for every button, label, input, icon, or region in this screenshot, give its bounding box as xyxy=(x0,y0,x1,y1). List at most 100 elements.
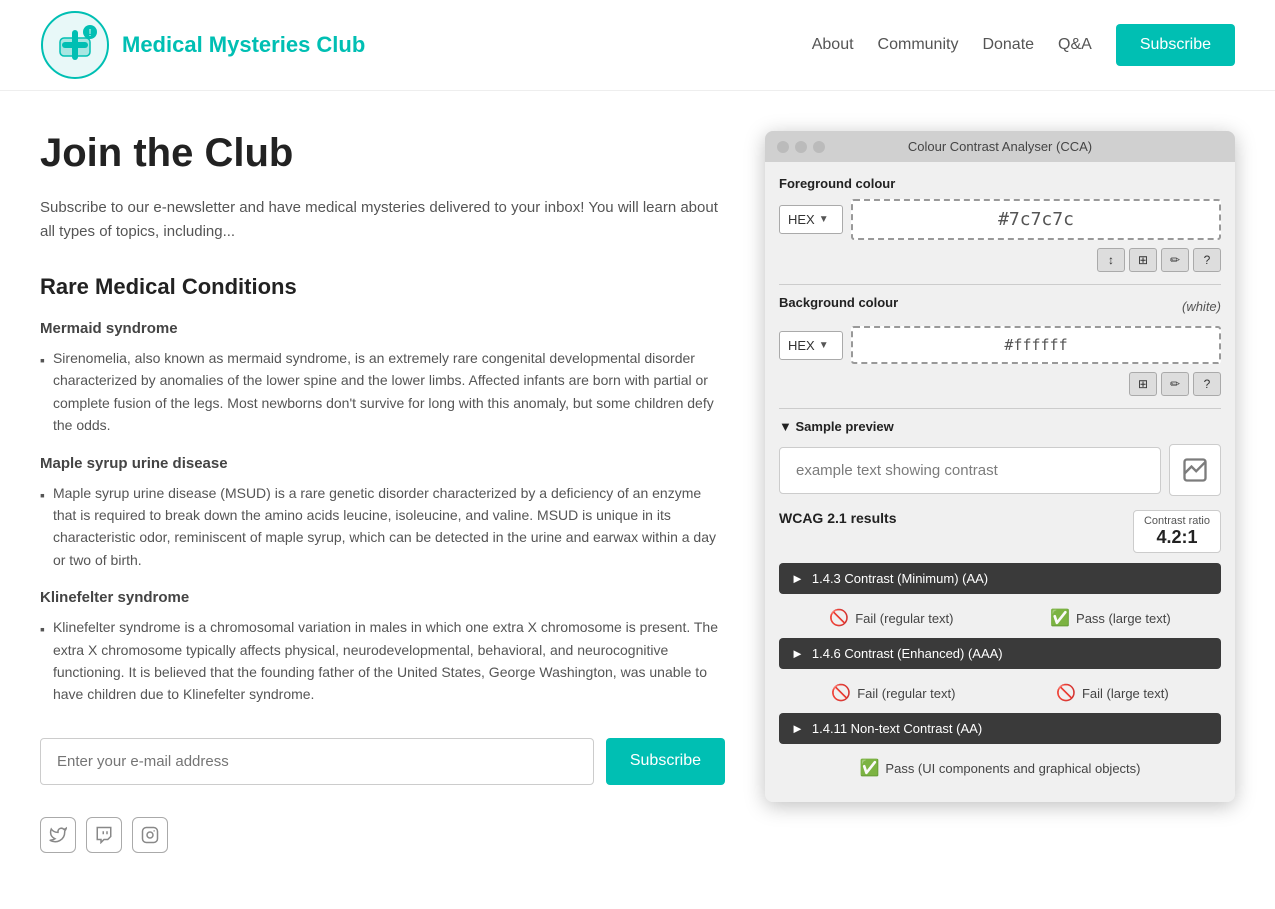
cca-background-format-select[interactable]: HEX ▼ xyxy=(779,331,843,360)
condition-klinefelter: Klinefelter syndrome Klinefelter syndrom… xyxy=(40,589,725,706)
cca-criterion-aaa-result-1-text: Fail (regular text) xyxy=(857,686,955,701)
conditions-list: Mermaid syndrome Sirenomelia, also known… xyxy=(40,320,725,706)
cca-criterion-aa-label: 1.4.3 Contrast (Minimum) (AA) xyxy=(812,571,1209,586)
cca-foreground-label: Foreground colour xyxy=(779,176,1221,191)
twitter-icon[interactable] xyxy=(40,817,76,853)
cca-criterion-aa-result-1: 🚫 Fail (regular text) xyxy=(829,608,953,628)
cca-sample-text: example text showing contrast xyxy=(779,447,1161,494)
form-subscribe-button[interactable]: Subscribe xyxy=(606,738,725,785)
cca-foreground-format-select[interactable]: HEX ▼ xyxy=(779,205,843,234)
nav-about[interactable]: About xyxy=(812,36,854,54)
header-subscribe-button[interactable]: Subscribe xyxy=(1116,24,1235,66)
cca-wcag-row: WCAG 2.1 results Contrast ratio 4.2:1 xyxy=(779,510,1221,553)
condition-maple: Maple syrup urine disease Maple syrup ur… xyxy=(40,455,725,572)
list-item: Sirenomelia, also known as mermaid syndr… xyxy=(40,347,725,437)
cca-panel: Colour Contrast Analyser (CCA) Foregroun… xyxy=(765,131,1235,853)
cca-background-white-label: (white) xyxy=(1182,299,1221,314)
cca-criterion-aaa-arrow: ► xyxy=(791,646,804,661)
cca-title: Colour Contrast Analyser (CCA) xyxy=(908,139,1092,154)
cca-fail-icon-3: 🚫 xyxy=(1056,683,1076,703)
cca-fail-icon-1: 🚫 xyxy=(829,608,849,628)
cca-fg-grid-btn[interactable]: ⊞ xyxy=(1129,248,1157,272)
cca-wcag-label: WCAG 2.1 results xyxy=(779,510,896,526)
condition-mermaid-title: Mermaid syndrome xyxy=(40,320,725,337)
page-title: Join the Club xyxy=(40,131,725,176)
logo-icon: ! xyxy=(40,10,110,80)
cca-criterion-non-text-arrow: ► xyxy=(791,721,804,736)
nav-donate[interactable]: Donate xyxy=(982,36,1034,54)
cca-window: Colour Contrast Analyser (CCA) Foregroun… xyxy=(765,131,1235,802)
cca-fg-help-btn[interactable]: ? xyxy=(1193,248,1221,272)
main-nav: About Community Donate Q&A Subscribe xyxy=(812,24,1235,66)
cca-close-btn[interactable] xyxy=(777,141,789,153)
instagram-icon[interactable] xyxy=(132,817,168,853)
cca-bg-help-btn[interactable]: ? xyxy=(1193,372,1221,396)
cca-divider-2 xyxy=(779,408,1221,409)
list-item: Klinefelter syndrome is a chromosomal va… xyxy=(40,616,725,706)
main-layout: Join the Club Subscribe to our e-newslet… xyxy=(0,91,1275,893)
cca-minimize-btn[interactable] xyxy=(795,141,807,153)
cca-criterion-aaa-result-2: 🚫 Fail (large text) xyxy=(1056,683,1169,703)
cca-preview-row: example text showing contrast xyxy=(779,444,1221,496)
cca-fg-eyedropper-btn[interactable]: ✏ xyxy=(1161,248,1189,272)
cca-criterion-aa-result-2-text: Pass (large text) xyxy=(1076,611,1171,626)
twitch-icon[interactable] xyxy=(86,817,122,853)
cca-background-header-row: Background colour (white) xyxy=(779,295,1221,318)
logo-group: ! Medical Mysteries Club xyxy=(40,10,365,80)
cca-criterion-aaa[interactable]: ► 1.4.6 Contrast (Enhanced) (AAA) xyxy=(779,638,1221,669)
cca-criterion-aa-result-1-text: Fail (regular text) xyxy=(855,611,953,626)
condition-maple-title: Maple syrup urine disease xyxy=(40,455,725,472)
cca-bg-select-chevron: ▼ xyxy=(819,340,829,351)
condition-klinefelter-title: Klinefelter syndrome xyxy=(40,589,725,606)
nav-community[interactable]: Community xyxy=(878,36,959,54)
cca-criterion-aaa-label: 1.4.6 Contrast (Enhanced) (AAA) xyxy=(812,646,1209,661)
social-icons xyxy=(40,817,725,853)
cca-background-row: HEX ▼ #ffffff xyxy=(779,326,1221,364)
cca-criterion-non-text-result-1-text: Pass (UI components and graphical object… xyxy=(885,761,1140,776)
cca-select-chevron: ▼ xyxy=(819,214,829,225)
svg-text:!: ! xyxy=(89,28,92,39)
email-field[interactable] xyxy=(40,738,594,785)
cca-criterion-non-text-label: 1.4.11 Non-text Contrast (AA) xyxy=(812,721,1209,736)
content-area: Join the Club Subscribe to our e-newslet… xyxy=(40,131,725,853)
cca-body: Foreground colour HEX ▼ #7c7c7c ↕ ⊞ ✏ ? xyxy=(765,162,1235,802)
condition-maple-list: Maple syrup urine disease (MSUD) is a ra… xyxy=(40,482,725,572)
condition-klinefelter-list: Klinefelter syndrome is a chromosomal va… xyxy=(40,616,725,706)
condition-mermaid-list: Sirenomelia, also known as mermaid syndr… xyxy=(40,347,725,437)
cca-foreground-row: HEX ▼ #7c7c7c xyxy=(779,199,1221,240)
cca-criterion-aa[interactable]: ► 1.4.3 Contrast (Minimum) (AA) xyxy=(779,563,1221,594)
subscribe-form: Subscribe xyxy=(40,738,725,785)
cca-pass-icon-2: ✅ xyxy=(860,758,880,778)
condition-mermaid: Mermaid syndrome Sirenomelia, also known… xyxy=(40,320,725,437)
cca-contrast-box: Contrast ratio 4.2:1 xyxy=(1133,510,1221,553)
cca-bg-eyedropper-btn[interactable]: ✏ xyxy=(1161,372,1189,396)
intro-text: Subscribe to our e-newsletter and have m… xyxy=(40,196,725,244)
cca-criterion-non-text[interactable]: ► 1.4.11 Non-text Contrast (AA) xyxy=(779,713,1221,744)
cca-bg-grid-btn[interactable]: ⊞ xyxy=(1129,372,1157,396)
cca-background-label: Background colour xyxy=(779,295,898,310)
cca-maximize-btn[interactable] xyxy=(813,141,825,153)
cca-background-input[interactable]: #ffffff xyxy=(851,326,1221,364)
cca-background-format-value: HEX xyxy=(788,338,815,353)
cca-criterion-aa-results: 🚫 Fail (regular text) ✅ Pass (large text… xyxy=(779,602,1221,638)
section-title: Rare Medical Conditions xyxy=(40,274,725,300)
cca-fg-tool-buttons: ↕ ⊞ ✏ ? xyxy=(779,248,1221,272)
nav-qa[interactable]: Q&A xyxy=(1058,36,1092,54)
cca-window-buttons xyxy=(777,141,825,153)
site-header: ! Medical Mysteries Club About Community… xyxy=(0,0,1275,91)
cca-criterion-aaa-result-1: 🚫 Fail (regular text) xyxy=(831,683,955,703)
cca-contrast-value: 4.2:1 xyxy=(1144,527,1210,548)
cca-criterion-aaa-results: 🚫 Fail (regular text) 🚫 Fail (large text… xyxy=(779,677,1221,713)
cca-criterion-aa-result-2: ✅ Pass (large text) xyxy=(1050,608,1171,628)
logo-text: Medical Mysteries Club xyxy=(122,32,365,58)
cca-chart-icon-box[interactable] xyxy=(1169,444,1221,496)
list-item: Maple syrup urine disease (MSUD) is a ra… xyxy=(40,482,725,572)
cca-foreground-input[interactable]: #7c7c7c xyxy=(851,199,1221,240)
cca-fail-icon-2: 🚫 xyxy=(831,683,851,703)
cca-criterion-aa-arrow: ► xyxy=(791,571,804,586)
cca-divider-1 xyxy=(779,284,1221,285)
cca-bg-tool-buttons: ⊞ ✏ ? xyxy=(779,372,1221,396)
cca-fg-swap-btn[interactable]: ↕ xyxy=(1097,248,1125,272)
cca-criterion-non-text-results: ✅ Pass (UI components and graphical obje… xyxy=(779,752,1221,788)
cca-criterion-aaa-result-2-text: Fail (large text) xyxy=(1082,686,1169,701)
